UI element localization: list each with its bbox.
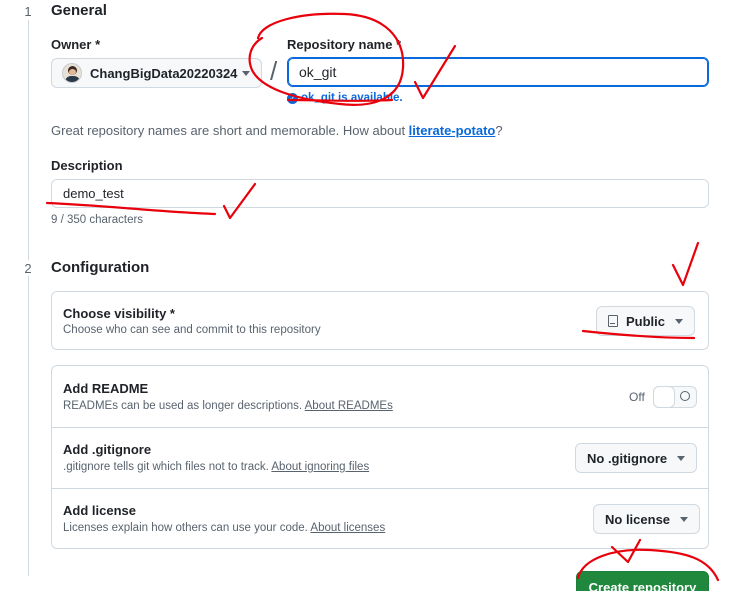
license-desc: Licenses explain how others can use your… [63, 522, 385, 534]
license-dropdown[interactable]: No license [593, 504, 701, 534]
availability-message: ✓ ok_git is available. [287, 92, 403, 104]
about-ignoring-files-link[interactable]: About ignoring files [271, 461, 369, 473]
about-readmes-link[interactable]: About READMEs [305, 400, 393, 412]
owner-label: Owner * [51, 37, 101, 52]
chevron-down-icon [680, 516, 689, 522]
gitignore-desc-text: .gitignore tells git which files not to … [63, 461, 272, 473]
avatar [62, 63, 82, 83]
suggestion-suffix: ? [495, 123, 503, 138]
license-desc-text: Licenses explain how others can use your… [63, 522, 311, 534]
visibility-value: Public [626, 313, 666, 329]
about-licenses-link[interactable]: About licenses [310, 522, 385, 534]
chevron-down-icon [677, 455, 686, 461]
readme-toggle[interactable] [653, 386, 697, 408]
description-input[interactable]: demo_test [51, 179, 709, 208]
section-title-general: General [51, 2, 107, 19]
visibility-title: Choose visibility * [63, 306, 175, 321]
annotation-check [671, 241, 700, 287]
options-card: Add README READMEs can be used as longer… [51, 365, 709, 549]
off-icon [680, 391, 690, 401]
repo-name-label: Repository name * [287, 37, 402, 52]
create-repository-button[interactable]: Create repository [576, 571, 709, 591]
license-value: No license [605, 511, 671, 527]
divider [52, 427, 708, 428]
visibility-card: Choose visibility * Choose who can see a… [51, 291, 709, 350]
readme-toggle-state: Off [629, 390, 645, 404]
slash-separator: / [270, 56, 278, 86]
step-timeline [28, 20, 29, 260]
visibility-desc: Choose who can see and commit to this re… [63, 324, 321, 336]
step-timeline [28, 276, 29, 576]
owner-name: ChangBigData20220324 [90, 65, 238, 81]
suggestion-text: Great repository names are short and mem… [51, 123, 409, 138]
repo-name-input[interactable]: ok_git [287, 57, 709, 87]
step-number: 2 [18, 261, 38, 276]
license-title: Add license [63, 503, 136, 518]
divider [52, 488, 708, 489]
toggle-knob [653, 386, 675, 408]
readme-title: Add README [63, 381, 149, 396]
step-number: 1 [18, 4, 38, 19]
gitignore-title: Add .gitignore [63, 442, 152, 457]
gitignore-dropdown[interactable]: No .gitignore [575, 443, 698, 473]
repo-icon [608, 315, 618, 327]
availability-text: ok_git is available. [301, 92, 403, 104]
readme-desc-text: READMEs can be used as longer descriptio… [63, 400, 305, 412]
name-suggestion: Great repository names are short and mem… [51, 123, 503, 138]
check-circle-icon: ✓ [287, 92, 298, 104]
chevron-down-icon [675, 318, 684, 324]
suggested-name-link[interactable]: literate-potato [409, 123, 496, 138]
gitignore-value: No .gitignore [587, 450, 668, 466]
owner-dropdown[interactable]: ChangBigData20220324 [51, 58, 262, 88]
gitignore-desc: .gitignore tells git which files not to … [63, 461, 369, 473]
readme-desc: READMEs can be used as longer descriptio… [63, 400, 393, 412]
description-label: Description [51, 158, 123, 173]
description-counter: 9 / 350 characters [51, 214, 144, 226]
chevron-down-icon [242, 71, 250, 76]
visibility-dropdown[interactable]: Public [596, 306, 696, 336]
section-title-configuration: Configuration [51, 259, 150, 276]
